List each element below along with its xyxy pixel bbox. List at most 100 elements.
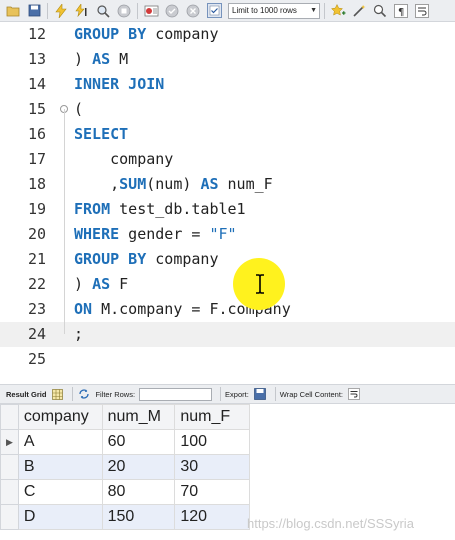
limit-rows-select[interactable]: Limit to 1000 rows ▼ bbox=[228, 2, 320, 19]
magnifier-icon[interactable] bbox=[94, 2, 112, 20]
line-number: 15 bbox=[27, 100, 46, 118]
line-number: 22 bbox=[27, 275, 46, 293]
sql-token: ) bbox=[74, 275, 93, 293]
cell-num-m[interactable]: 150 bbox=[101, 504, 176, 530]
line-number: 23 bbox=[27, 300, 46, 318]
refresh-icon[interactable] bbox=[77, 387, 91, 401]
sql-token: F bbox=[110, 275, 129, 293]
sql-string: "F" bbox=[209, 225, 237, 243]
toolbar-separator bbox=[274, 387, 276, 401]
wrap-cell-icon[interactable] bbox=[347, 387, 361, 401]
code-line[interactable]: 17 company bbox=[0, 147, 455, 172]
current-row-marker-icon[interactable]: ▶ bbox=[0, 429, 19, 455]
sql-keyword: GROUP BY bbox=[74, 25, 147, 43]
sql-token: num_F bbox=[218, 175, 273, 193]
cell-num-f[interactable]: 100 bbox=[174, 429, 250, 455]
open-folder-icon[interactable] bbox=[4, 2, 22, 20]
table-row[interactable]: C 80 70 bbox=[0, 479, 250, 505]
code-line[interactable]: 21 GROUP BY company bbox=[0, 247, 455, 272]
sql-token: M bbox=[110, 50, 129, 68]
code-line[interactable]: 13) AS M bbox=[0, 47, 455, 72]
code-line[interactable]: 12 GROUP BY company bbox=[0, 22, 455, 47]
code-line[interactable]: 16 SELECT bbox=[0, 122, 455, 147]
cell-company[interactable]: D bbox=[17, 504, 103, 530]
code-text: ( bbox=[74, 97, 83, 122]
sql-keyword: SELECT bbox=[74, 125, 129, 143]
table-row[interactable]: B 20 30 bbox=[0, 454, 250, 480]
stop-icon[interactable] bbox=[115, 2, 133, 20]
result-toolbar: Result Grid Filter Rows: Export: Wrap Ce… bbox=[0, 384, 455, 404]
word-wrap-icon[interactable] bbox=[413, 2, 431, 20]
row-header[interactable] bbox=[0, 504, 19, 530]
row-header[interactable] bbox=[0, 454, 19, 480]
autocommit-icon[interactable] bbox=[205, 2, 223, 20]
text-cursor-icon bbox=[256, 274, 264, 294]
toolbar-separator bbox=[47, 2, 48, 19]
watermark: https://blog.csdn.net/SSSyria bbox=[247, 516, 414, 531]
table-row[interactable]: D 150 120 bbox=[0, 504, 250, 530]
sql-token: ) bbox=[74, 50, 93, 68]
rollback-icon[interactable] bbox=[184, 2, 202, 20]
cell-company[interactable]: A bbox=[17, 429, 103, 455]
code-line[interactable]: 14 INNER JOIN bbox=[0, 72, 455, 97]
cell-num-f[interactable]: 70 bbox=[174, 479, 250, 505]
code-line[interactable]: 25 bbox=[0, 347, 455, 371]
svg-text:¶: ¶ bbox=[398, 7, 404, 18]
toolbar-separator bbox=[220, 387, 222, 401]
sql-token: company bbox=[74, 150, 174, 168]
toolbar-separator bbox=[324, 2, 325, 19]
cell-company[interactable]: B bbox=[17, 454, 103, 480]
column-header-company[interactable]: company bbox=[17, 404, 103, 430]
cell-company[interactable]: C bbox=[17, 479, 103, 505]
code-line[interactable]: 20 WHERE gender = "F" bbox=[0, 222, 455, 247]
chevron-down-icon: ▼ bbox=[310, 6, 317, 14]
cell-num-m[interactable]: 80 bbox=[101, 479, 176, 505]
sql-keyword: AS bbox=[200, 175, 219, 193]
sql-token: ; bbox=[74, 325, 84, 343]
table-row[interactable]: ▶ A 60 100 bbox=[0, 429, 250, 455]
star-icon[interactable] bbox=[329, 2, 347, 20]
save-icon[interactable] bbox=[25, 2, 43, 20]
line-number: 19 bbox=[27, 200, 46, 218]
lightning-icon[interactable] bbox=[52, 2, 70, 20]
stop-on-error-icon[interactable] bbox=[142, 2, 160, 20]
cell-num-m[interactable]: 60 bbox=[101, 429, 176, 455]
column-header-num-m[interactable]: num_M bbox=[101, 404, 176, 430]
sql-editor[interactable]: 12 GROUP BY company 13) AS M 14 INNER JOIN 15… bbox=[0, 22, 455, 371]
code-line[interactable]: 18 ,SUM(num) AS num_F bbox=[0, 172, 455, 197]
row-header[interactable] bbox=[0, 479, 19, 505]
code-line[interactable]: 23 ON M.company = F.company bbox=[0, 297, 455, 322]
commit-icon[interactable] bbox=[163, 2, 181, 20]
lightning-cursor-icon[interactable] bbox=[73, 2, 91, 20]
sql-keyword: AS bbox=[92, 275, 111, 293]
grid-icon[interactable] bbox=[50, 387, 64, 401]
result-grid-label[interactable]: Result Grid bbox=[6, 390, 46, 399]
result-grid: company num_M num_F ▶ A 60 100 B 20 30 C… bbox=[0, 404, 250, 530]
code-text: SELECT bbox=[74, 122, 128, 147]
line-number: 17 bbox=[27, 150, 46, 168]
code-line[interactable]: 19 FROM test_db.table1 bbox=[0, 197, 455, 222]
invisible-chars-icon[interactable]: ¶ bbox=[392, 2, 410, 20]
find-icon[interactable] bbox=[371, 2, 389, 20]
code-text: ,SUM(num) AS num_F bbox=[74, 172, 273, 197]
code-line[interactable]: 15 ( bbox=[0, 97, 455, 122]
sql-keyword: ON bbox=[74, 300, 93, 318]
cell-num-f[interactable]: 30 bbox=[174, 454, 250, 480]
code-text: ; bbox=[74, 322, 83, 347]
beautify-icon[interactable] bbox=[350, 2, 368, 20]
filter-rows-input[interactable] bbox=[139, 387, 213, 401]
cell-num-m[interactable]: 20 bbox=[101, 454, 176, 480]
toolbar-separator bbox=[72, 387, 74, 401]
export-icon[interactable] bbox=[253, 387, 267, 401]
cell-num-f[interactable]: 120 bbox=[174, 504, 250, 530]
sql-token: company bbox=[146, 250, 219, 268]
code-text: WHERE gender = "F" bbox=[74, 222, 237, 247]
line-number: 12 bbox=[27, 25, 46, 43]
code-line[interactable]: 22) AS F bbox=[0, 272, 455, 297]
fold-guide bbox=[64, 109, 65, 334]
code-text: INNER JOIN bbox=[74, 72, 164, 97]
code-line[interactable]: 24; bbox=[0, 322, 455, 347]
column-header-num-f[interactable]: num_F bbox=[174, 404, 250, 430]
code-text: ) AS F bbox=[74, 272, 128, 297]
code-text: GROUP BY company bbox=[74, 247, 219, 272]
